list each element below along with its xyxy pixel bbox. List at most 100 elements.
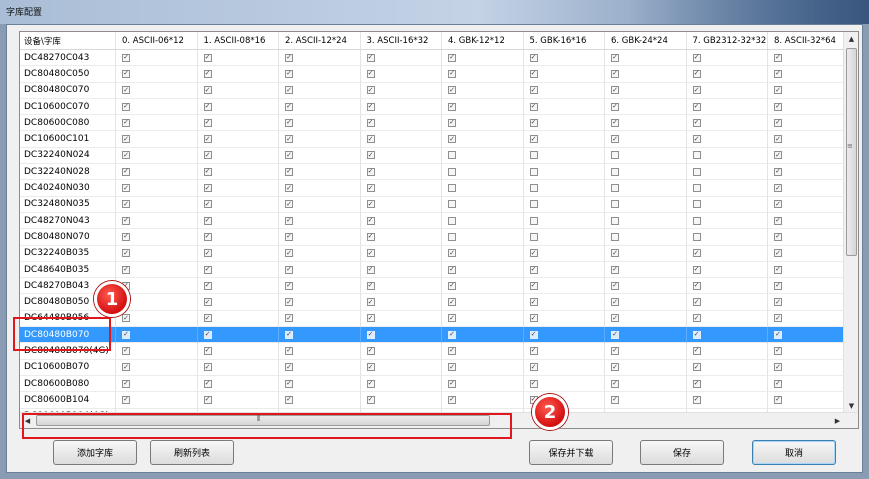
checked-checkbox[interactable]: ✓ [529, 379, 538, 388]
checked-checkbox[interactable]: ✓ [448, 135, 456, 144]
checked-checkbox[interactable]: ✓ [366, 69, 375, 78]
checked-checkbox[interactable]: ✓ [122, 330, 130, 339]
table-row[interactable]: DC10600B070 ✓ ✓ ✓ ✓ ✓ ✓ ✓ ✓ ✓ [20, 359, 858, 376]
table-row[interactable]: DC48270B043 ✓ ✓ ✓ ✓ ✓ ✓ ✓ ✓ ✓ [20, 278, 858, 295]
checked-checkbox[interactable]: ✓ [692, 249, 701, 258]
checked-checkbox[interactable]: ✓ [366, 135, 375, 144]
checked-checkbox[interactable]: ✓ [203, 298, 212, 307]
unchecked-checkbox[interactable] [692, 184, 701, 193]
checked-checkbox[interactable]: ✓ [366, 281, 375, 290]
checked-checkbox[interactable]: ✓ [611, 53, 619, 62]
checked-checkbox[interactable]: ✓ [366, 216, 375, 225]
unchecked-checkbox[interactable] [692, 167, 701, 176]
unchecked-checkbox[interactable] [611, 184, 619, 193]
checked-checkbox[interactable]: ✓ [611, 363, 619, 372]
checked-checkbox[interactable]: ✓ [366, 53, 375, 62]
checked-checkbox[interactable]: ✓ [611, 346, 619, 355]
table-row[interactable]: DC80480C070 ✓ ✓ ✓ ✓ ✓ ✓ ✓ ✓ ✓ [20, 82, 858, 99]
vertical-scroll-thumb[interactable] [846, 48, 857, 256]
vertical-scrollbar[interactable]: ▲ ≡ ▼ [843, 32, 858, 414]
checked-checkbox[interactable]: ✓ [203, 379, 212, 388]
refresh-list-button[interactable]: 刷新列表 [150, 440, 234, 465]
unchecked-checkbox[interactable] [529, 216, 538, 225]
table-row[interactable]: DC80600C080 ✓ ✓ ✓ ✓ ✓ ✓ ✓ ✓ ✓ [20, 115, 858, 132]
unchecked-checkbox[interactable] [692, 200, 701, 209]
checked-checkbox[interactable]: ✓ [285, 86, 293, 95]
checked-checkbox[interactable]: ✓ [448, 69, 456, 78]
table-row[interactable]: DC80480B070(4G) ✓ ✓ ✓ ✓ ✓ ✓ ✓ ✓ ✓ [20, 343, 858, 360]
checked-checkbox[interactable]: ✓ [285, 135, 293, 144]
unchecked-checkbox[interactable] [529, 232, 538, 241]
checked-checkbox[interactable]: ✓ [448, 86, 456, 95]
checked-checkbox[interactable]: ✓ [448, 102, 456, 111]
checked-checkbox[interactable]: ✓ [774, 86, 782, 95]
checked-checkbox[interactable]: ✓ [203, 53, 212, 62]
checked-checkbox[interactable]: ✓ [366, 102, 375, 111]
checked-checkbox[interactable]: ✓ [203, 249, 212, 258]
unchecked-checkbox[interactable] [448, 200, 456, 209]
checked-checkbox[interactable]: ✓ [611, 330, 619, 339]
checked-checkbox[interactable]: ✓ [122, 69, 130, 78]
checked-checkbox[interactable]: ✓ [692, 346, 701, 355]
checked-checkbox[interactable]: ✓ [529, 346, 538, 355]
checked-checkbox[interactable]: ✓ [774, 346, 782, 355]
checked-checkbox[interactable]: ✓ [692, 69, 701, 78]
checked-checkbox[interactable]: ✓ [285, 265, 293, 274]
table-row[interactable]: DC80480B050✓✓✓✓✓✓✓✓✓ [20, 294, 858, 311]
checked-checkbox[interactable]: ✓ [203, 265, 212, 274]
checked-checkbox[interactable]: ✓ [285, 69, 293, 78]
checked-checkbox[interactable]: ✓ [692, 395, 701, 404]
checked-checkbox[interactable]: ✓ [122, 200, 130, 209]
checked-checkbox[interactable]: ✓ [774, 151, 782, 160]
checked-checkbox[interactable]: ✓ [692, 102, 701, 111]
checked-checkbox[interactable]: ✓ [774, 379, 782, 388]
unchecked-checkbox[interactable] [611, 151, 619, 160]
unchecked-checkbox[interactable] [611, 216, 619, 225]
checked-checkbox[interactable]: ✓ [774, 118, 782, 127]
checked-checkbox[interactable]: ✓ [285, 346, 293, 355]
checked-checkbox[interactable]: ✓ [122, 151, 130, 160]
checked-checkbox[interactable]: ✓ [285, 151, 293, 160]
checked-checkbox[interactable]: ✓ [122, 118, 130, 127]
checked-checkbox[interactable]: ✓ [366, 298, 375, 307]
checked-checkbox[interactable]: ✓ [529, 249, 538, 258]
unchecked-checkbox[interactable] [692, 216, 701, 225]
table-row[interactable]: DC48640B035 ✓ ✓ ✓ ✓ ✓ ✓ ✓ ✓ ✓ [20, 261, 858, 279]
checked-checkbox[interactable]: ✓ [285, 249, 293, 258]
checked-checkbox[interactable]: ✓ [529, 135, 538, 144]
checked-checkbox[interactable]: ✓ [366, 184, 375, 193]
column-header-font[interactable]: 5. GBK-16*16 [524, 32, 605, 49]
checked-checkbox[interactable]: ✓ [774, 265, 782, 274]
checked-checkbox[interactable]: ✓ [285, 298, 293, 307]
checked-checkbox[interactable]: ✓ [122, 395, 130, 404]
checked-checkbox[interactable]: ✓ [285, 395, 293, 404]
checked-checkbox[interactable]: ✓ [366, 200, 375, 209]
checked-checkbox[interactable]: ✓ [529, 314, 538, 323]
checked-checkbox[interactable]: ✓ [774, 249, 782, 258]
checked-checkbox[interactable]: ✓ [285, 363, 293, 372]
checked-checkbox[interactable]: ✓ [122, 184, 130, 193]
save-button[interactable]: 保存 [640, 440, 724, 465]
checked-checkbox[interactable]: ✓ [611, 69, 619, 78]
checked-checkbox[interactable]: ✓ [774, 53, 782, 62]
checked-checkbox[interactable]: ✓ [122, 265, 130, 274]
table-row[interactable]: DC80480N070 ✓ ✓ ✓ ✓ ✓ [20, 229, 858, 246]
scroll-right-arrow-icon[interactable]: ▶ [830, 413, 845, 428]
table-row[interactable]: DC48270N043 ✓ ✓ ✓ ✓ ✓ [20, 212, 858, 230]
checked-checkbox[interactable]: ✓ [366, 167, 375, 176]
checked-checkbox[interactable]: ✓ [122, 346, 130, 355]
checked-checkbox[interactable]: ✓ [122, 135, 130, 144]
unchecked-checkbox[interactable] [448, 232, 456, 241]
checked-checkbox[interactable]: ✓ [122, 102, 130, 111]
unchecked-checkbox[interactable] [529, 151, 538, 160]
checked-checkbox[interactable]: ✓ [692, 379, 701, 388]
table-row[interactable]: DC32240N024 ✓ ✓ ✓ ✓ ✓ [20, 147, 858, 165]
table-row[interactable]: DC32240B035 ✓ ✓ ✓ ✓ ✓ ✓ ✓ ✓ ✓ [20, 245, 858, 262]
checked-checkbox[interactable]: ✓ [529, 53, 538, 62]
checked-checkbox[interactable]: ✓ [692, 281, 701, 290]
checked-checkbox[interactable]: ✓ [285, 53, 293, 62]
checked-checkbox[interactable]: ✓ [774, 167, 782, 176]
checked-checkbox[interactable]: ✓ [285, 330, 293, 339]
checked-checkbox[interactable]: ✓ [692, 135, 701, 144]
checked-checkbox[interactable]: ✓ [285, 118, 293, 127]
